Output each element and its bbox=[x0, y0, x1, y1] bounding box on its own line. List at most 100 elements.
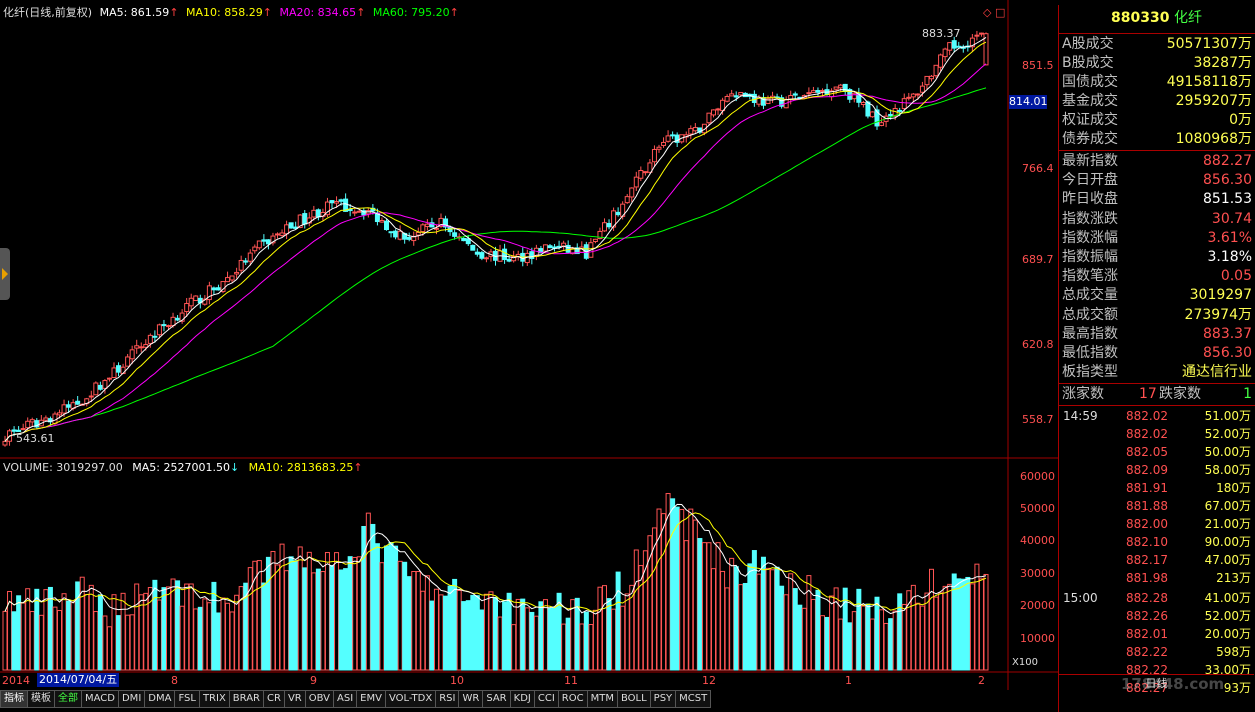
volume-bar bbox=[851, 611, 857, 671]
price-tick: 851.5 bbox=[1022, 59, 1054, 72]
tick-volume: 51.00万 bbox=[1204, 409, 1251, 423]
tab-mtm[interactable]: MTM bbox=[586, 690, 618, 708]
row-label: 总成交量 bbox=[1062, 287, 1118, 304]
row-value: 273974万 bbox=[1184, 306, 1252, 323]
tab-indicator[interactable]: 指标 bbox=[0, 690, 28, 708]
volume-bar bbox=[919, 605, 925, 671]
volume-tick: 30000 bbox=[1020, 567, 1055, 580]
tab-vr[interactable]: VR bbox=[283, 690, 306, 708]
volume-bar bbox=[84, 594, 90, 671]
index-row: 最新指数 882.27 bbox=[1059, 152, 1254, 171]
turnover-row: B股成交 38287万 bbox=[1059, 54, 1254, 73]
tab-sar[interactable]: SAR bbox=[482, 690, 511, 708]
volume-bar bbox=[529, 611, 535, 671]
volume-bar bbox=[179, 605, 185, 671]
chart-corner-icons[interactable]: ◇ □ bbox=[983, 6, 1005, 19]
row-value: 0万 bbox=[1229, 112, 1252, 128]
volume-bar bbox=[38, 614, 44, 671]
tab-vol-tdx[interactable]: VOL-TDX bbox=[384, 690, 437, 708]
date-start-label: 2014 bbox=[2, 674, 30, 687]
volume-bar bbox=[215, 612, 221, 671]
tab-macd[interactable]: MACD bbox=[81, 690, 119, 708]
volume-bar bbox=[343, 568, 349, 671]
volume-bar bbox=[184, 583, 190, 671]
index-row: 昨日收盘 851.53 bbox=[1059, 190, 1254, 209]
volume-bar bbox=[106, 626, 112, 671]
tab-cr[interactable]: CR bbox=[263, 690, 285, 708]
row-label: 指数涨幅 bbox=[1062, 229, 1118, 246]
volume-bar bbox=[175, 580, 181, 671]
volume-bar bbox=[606, 598, 612, 671]
tick-volume: 58.00万 bbox=[1204, 463, 1251, 477]
volume-bar bbox=[315, 568, 321, 671]
tick-row: 881.98 213万 bbox=[1059, 569, 1254, 587]
volume-bar bbox=[320, 571, 326, 671]
volume-bars-group bbox=[2, 493, 989, 671]
tab-cci[interactable]: CCI bbox=[533, 690, 559, 708]
play-arrow-icon bbox=[2, 268, 8, 280]
left-scroll-handle[interactable] bbox=[0, 248, 10, 300]
volume-tick: 20000 bbox=[1020, 599, 1055, 612]
volume-bar bbox=[661, 513, 667, 671]
volume-bar bbox=[379, 562, 385, 671]
tab-kdj[interactable]: KDJ bbox=[509, 690, 535, 708]
tab-asi[interactable]: ASI bbox=[333, 690, 358, 708]
volume-bar bbox=[134, 583, 140, 671]
tab-roc[interactable]: ROC bbox=[557, 690, 588, 708]
ma10-line bbox=[4, 41, 987, 442]
ma10-label: MA10: 858.29 bbox=[186, 6, 263, 19]
price-tick: 558.7 bbox=[1022, 413, 1054, 426]
candle-body bbox=[706, 112, 712, 124]
candle-body bbox=[116, 365, 122, 373]
candle-body bbox=[52, 413, 58, 424]
candle-body bbox=[906, 96, 912, 99]
tab-emv[interactable]: EMV bbox=[356, 690, 386, 708]
candle-body bbox=[565, 244, 571, 253]
volume-bar bbox=[302, 567, 308, 671]
index-row: 最低指数 856.30 bbox=[1059, 344, 1254, 363]
tab-template[interactable]: 模板 bbox=[27, 690, 55, 708]
candle-body bbox=[97, 384, 103, 390]
tab-dmi[interactable]: DMI bbox=[117, 690, 146, 708]
candle-body bbox=[175, 317, 181, 321]
tab-all[interactable]: 全部 bbox=[54, 690, 82, 708]
candle-body bbox=[424, 223, 430, 227]
tick-price: 881.98 bbox=[1126, 571, 1168, 585]
candle-body bbox=[602, 222, 607, 232]
tab-wr[interactable]: WR bbox=[458, 690, 484, 708]
volume-bar bbox=[497, 616, 503, 671]
tick-row: 882.05 50.00万 bbox=[1059, 443, 1254, 461]
row-label: 指数涨跌 bbox=[1062, 210, 1118, 227]
volume-bar bbox=[197, 606, 203, 671]
volume-bar bbox=[538, 601, 544, 671]
row-label: 最高指数 bbox=[1062, 325, 1118, 342]
volume-bar bbox=[97, 594, 103, 671]
tab-trix[interactable]: TRIX bbox=[198, 690, 230, 708]
candle-body bbox=[256, 240, 262, 249]
volume-bar bbox=[783, 594, 789, 671]
candle-body bbox=[806, 92, 812, 95]
tab-brar[interactable]: BRAR bbox=[228, 690, 264, 708]
candle-body bbox=[479, 252, 485, 259]
tab-fsl[interactable]: FSL bbox=[174, 690, 200, 708]
tab-psy[interactable]: PSY bbox=[649, 690, 677, 708]
tick-price: 881.91 bbox=[1126, 481, 1168, 495]
tick-row: 882.26 52.00万 bbox=[1059, 607, 1254, 625]
candle-body bbox=[106, 377, 112, 380]
volume-bar bbox=[561, 623, 567, 671]
candle-body bbox=[860, 101, 866, 105]
tab-rsi[interactable]: RSI bbox=[435, 690, 460, 708]
volume-bar bbox=[324, 552, 330, 671]
tab-boll[interactable]: BOLL bbox=[616, 690, 651, 708]
candle-body bbox=[388, 231, 394, 234]
chart-canvas[interactable] bbox=[0, 0, 1058, 690]
tab-dma[interactable]: DMA bbox=[144, 690, 176, 708]
volume-bar bbox=[429, 600, 435, 671]
candle-body bbox=[633, 176, 639, 188]
volume-bar bbox=[592, 609, 598, 671]
volume-bar bbox=[788, 573, 794, 671]
volume-bar bbox=[969, 583, 975, 671]
candle-body bbox=[692, 127, 698, 132]
tab-mcst[interactable]: MCST bbox=[675, 690, 712, 708]
tab-obv[interactable]: OBV bbox=[304, 690, 334, 708]
